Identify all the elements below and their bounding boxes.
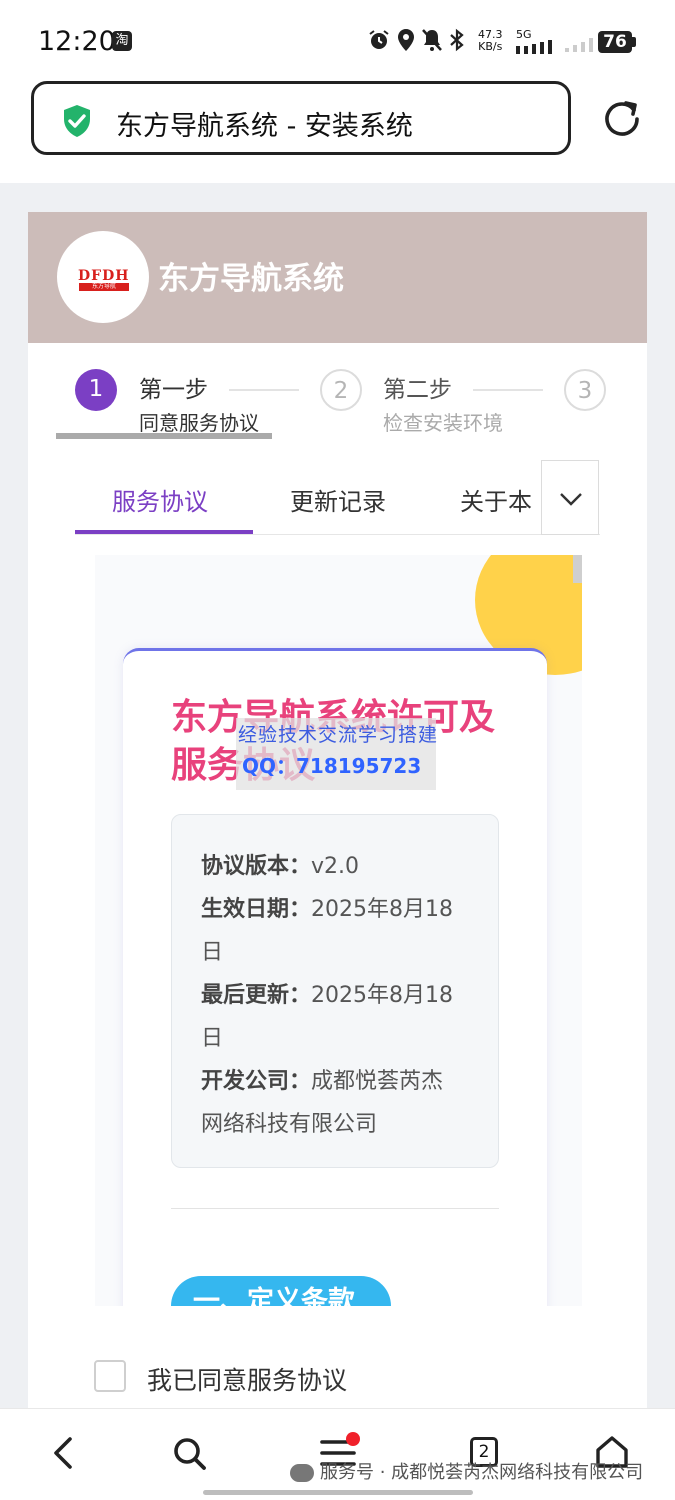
battery-level: 76 xyxy=(598,31,632,53)
info-last-updated: 最后更新：2025年8月18日 xyxy=(201,983,453,1051)
status-bar: 12:20 淘 47.3 KB/s 5G 76 xyxy=(0,0,675,80)
step-2-number: 2 xyxy=(320,369,362,411)
agree-checkbox[interactable] xyxy=(94,1360,126,1392)
info-version: 协议版本：v2.0 xyxy=(201,854,360,879)
reload-icon[interactable] xyxy=(601,98,643,140)
battery-cap xyxy=(632,37,636,47)
mute-notification-icon xyxy=(422,29,442,51)
section-heading-pill: 一、定义条款 xyxy=(171,1276,391,1306)
taobao-app-icon: 淘 xyxy=(112,31,132,51)
step-1-connector xyxy=(229,389,299,391)
site-title: 东方导航系统 xyxy=(158,261,344,297)
agreement-info-box: 协议版本：v2.0 生效日期：2025年8月18日 最后更新：2025年8月18… xyxy=(171,814,499,1168)
signal-5g-icon xyxy=(516,40,552,54)
shield-check-icon xyxy=(64,105,90,137)
step-2-title: 第二步 xyxy=(383,377,452,403)
step-3-number: 3 xyxy=(564,369,606,411)
bottom-nav-divider xyxy=(0,1408,675,1409)
tab-service-agreement[interactable]: 服务协议 xyxy=(112,482,208,517)
step-1-number: 1 xyxy=(75,369,117,411)
tab-more-button[interactable] xyxy=(541,460,599,535)
tab-about[interactable]: 关于本 xyxy=(460,482,541,517)
logo-text: DFDH xyxy=(78,268,130,284)
bluetooth-icon xyxy=(450,28,464,52)
frame-scrollbar[interactable] xyxy=(573,555,582,583)
step-1-subtitle: 同意服务协议 xyxy=(139,411,259,435)
signal-weak-icon xyxy=(565,38,593,52)
location-icon xyxy=(398,29,414,51)
watermark-line-2: QQ：718195723 xyxy=(242,754,422,778)
step-1-title: 第一步 xyxy=(139,377,208,403)
info-developer: 开发公司：成都悦荟芮杰网络科技有限公司 xyxy=(201,1069,444,1137)
footer-watermark: 服务号 · 成都悦荟芮杰网络科技有限公司 xyxy=(290,1458,643,1484)
tab-update-log[interactable]: 更新记录 xyxy=(290,482,386,517)
status-time: 12:20 xyxy=(38,26,116,57)
address-text: 东方导航系统 - 安装系统 xyxy=(116,111,413,142)
step-1-active-bar xyxy=(56,433,272,439)
agree-label[interactable]: 我已同意服务协议 xyxy=(147,1361,347,1397)
site-logo: DFDH 东方导航 xyxy=(57,231,149,323)
agreement-frame[interactable]: 东方导航系统许可及服务协议 协议版本：v2.0 生效日期：2025年8月18日 … xyxy=(95,555,582,1306)
address-bar[interactable]: 东方导航系统 - 安装系统 xyxy=(31,81,571,155)
watermark-line-1: 经验技术交流学习搭建 xyxy=(238,724,439,746)
info-effective-date: 生效日期：2025年8月18日 xyxy=(201,897,453,965)
search-icon[interactable] xyxy=(172,1436,208,1472)
gesture-home-bar[interactable] xyxy=(203,1490,473,1495)
wechat-icon xyxy=(290,1464,314,1482)
tab-border xyxy=(75,534,600,535)
chevron-down-icon xyxy=(560,493,582,506)
network-speed: 47.3 KB/s xyxy=(478,28,503,53)
alarm-icon xyxy=(369,30,389,49)
back-icon[interactable] xyxy=(50,1436,76,1470)
menu-notification-dot xyxy=(346,1432,360,1446)
section-divider xyxy=(171,1208,499,1209)
logo-subtext: 东方导航 xyxy=(79,283,129,291)
step-2-subtitle: 检查安装环境 xyxy=(383,411,503,435)
step-2-connector xyxy=(473,389,543,391)
